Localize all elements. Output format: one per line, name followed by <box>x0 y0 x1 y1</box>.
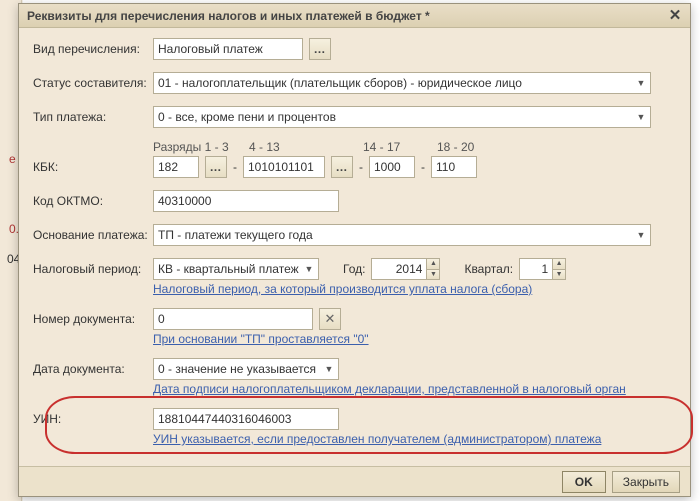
transfer-type-input[interactable] <box>153 38 303 60</box>
label-transfer-type: Вид перечисления: <box>33 42 153 56</box>
doc-date-hint[interactable]: Дата подписи налогоплательщиком декларац… <box>153 382 626 396</box>
kbk1-picker-button[interactable]: … <box>205 156 227 178</box>
dialog-button-bar: OK Закрыть <box>19 466 690 496</box>
doc-number-hint[interactable]: При основании "ТП" проставляется "0" <box>153 332 369 346</box>
tax-period-value: КВ - квартальный платеж <box>158 262 299 276</box>
label-uin: УИН: <box>33 412 153 426</box>
basis-value: ТП - платежи текущего года <box>158 228 313 242</box>
tax-period-hint[interactable]: Налоговый период, за который производитс… <box>153 282 532 296</box>
kbk-col1-label: Разряды 1 - 3 <box>153 140 243 154</box>
uin-hint[interactable]: УИН указывается, если предоставлен получ… <box>153 432 601 446</box>
basis-select[interactable]: ТП - платежи текущего года ▼ <box>153 224 651 246</box>
doc-date-value: 0 - значение не указывается <box>158 362 316 376</box>
chevron-down-icon: ▼ <box>302 262 316 276</box>
kbk-col3-label: 14 - 17 <box>363 140 431 154</box>
dialog: Реквизиты для перечисления налогов и ины… <box>18 3 691 497</box>
label-payment-type: Тип платежа: <box>33 110 153 124</box>
label-year: Год: <box>343 262 365 276</box>
doc-date-select[interactable]: 0 - значение не указывается ▼ <box>153 358 339 380</box>
label-doc-date: Дата документа: <box>33 362 153 376</box>
year-spinner[interactable]: ▲ ▼ <box>426 258 440 280</box>
label-kbk: КБК: <box>33 160 153 174</box>
doc-number-input[interactable] <box>153 308 313 330</box>
close-button[interactable]: Закрыть <box>612 471 680 493</box>
kbk-part3-input[interactable] <box>369 156 415 178</box>
tax-period-select[interactable]: КВ - квартальный платеж ▼ <box>153 258 319 280</box>
chevron-down-icon: ▼ <box>322 362 336 376</box>
spinner-down-icon[interactable]: ▼ <box>427 270 439 280</box>
dash: - <box>359 160 363 174</box>
kbk-col2-label: 4 - 13 <box>249 140 357 154</box>
payment-type-select[interactable]: 0 - все, кроме пени и процентов ▼ <box>153 106 651 128</box>
label-compiler-status: Статус составителя: <box>33 76 153 90</box>
oktmo-input[interactable] <box>153 190 339 212</box>
kbk2-picker-button[interactable]: … <box>331 156 353 178</box>
uin-input[interactable] <box>153 408 339 430</box>
label-oktmo: Код ОКТМО: <box>33 194 153 208</box>
label-doc-number: Номер документа: <box>33 312 153 326</box>
spinner-up-icon[interactable]: ▲ <box>553 259 565 270</box>
chevron-down-icon: ▼ <box>634 110 648 124</box>
dash: - <box>233 160 237 174</box>
transfer-type-picker-button[interactable]: … <box>309 38 331 60</box>
kbk-part4-input[interactable] <box>431 156 477 178</box>
kbk-part2-input[interactable] <box>243 156 325 178</box>
quarter-spinner[interactable]: ▲ ▼ <box>552 258 566 280</box>
form-body: Вид перечисления: … Статус составителя: … <box>19 28 690 466</box>
label-basis: Основание платежа: <box>33 228 153 242</box>
compiler-status-value: 01 - налогоплательщик (плательщик сборов… <box>158 76 522 90</box>
ok-button[interactable]: OK <box>562 471 606 493</box>
doc-number-clear-button[interactable]: ✕ <box>319 308 341 330</box>
chevron-down-icon: ▼ <box>634 228 648 242</box>
compiler-status-select[interactable]: 01 - налогоплательщик (плательщик сборов… <box>153 72 651 94</box>
chevron-down-icon: ▼ <box>634 76 648 90</box>
label-tax-period: Налоговый период: <box>33 262 153 276</box>
dash: - <box>421 160 425 174</box>
dialog-title: Реквизиты для перечисления налогов и ины… <box>27 9 666 23</box>
spinner-up-icon[interactable]: ▲ <box>427 259 439 270</box>
titlebar: Реквизиты для перечисления налогов и ины… <box>19 4 690 28</box>
payment-type-value: 0 - все, кроме пени и процентов <box>158 110 336 124</box>
close-icon[interactable]: ✕ <box>666 7 684 25</box>
year-input[interactable] <box>371 258 427 280</box>
kbk-col4-label: 18 - 20 <box>437 140 505 154</box>
label-quarter: Квартал: <box>464 262 513 276</box>
kbk-part1-input[interactable] <box>153 156 199 178</box>
quarter-input[interactable] <box>519 258 553 280</box>
spinner-down-icon[interactable]: ▼ <box>553 270 565 280</box>
kbk-headers: Разряды 1 - 3 4 - 13 14 - 17 18 - 20 <box>153 140 676 154</box>
